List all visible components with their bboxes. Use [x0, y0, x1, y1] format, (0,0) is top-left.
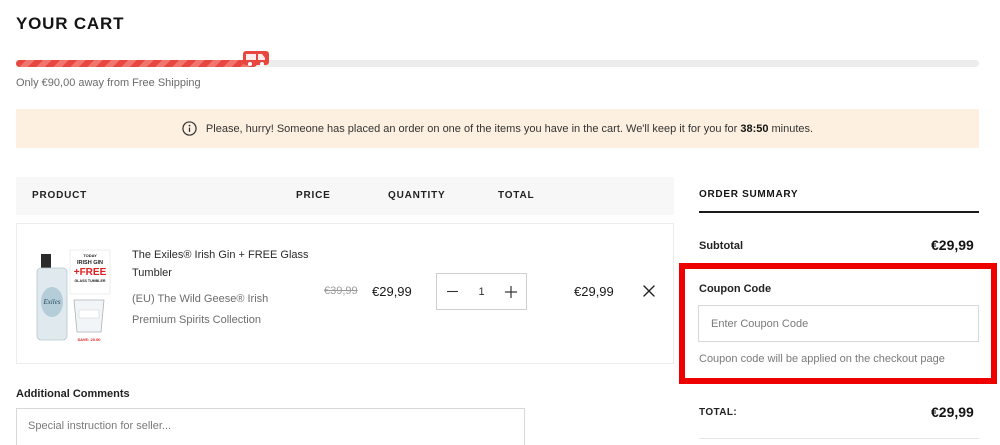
free-shipping-progress-bar [16, 51, 979, 67]
header-product: PRODUCT [32, 190, 88, 201]
page-title: YOUR CART [16, 14, 125, 33]
subtotal-label: Subtotal [699, 240, 743, 252]
quantity-stepper: 1 [436, 273, 527, 310]
remove-item-close-icon[interactable] [643, 285, 655, 297]
coupon-code-label: Coupon Code [699, 283, 772, 295]
compare-at-price: €39,99 [324, 285, 358, 297]
badge-irish-gin-text: IRISH GIN [77, 260, 103, 266]
unit-price: €29,99 [372, 284, 412, 299]
urgency-timer: 38:50 [740, 122, 769, 135]
cart-item-row: Exiles TODAY IRISH GIN +FREE GLASS TUMBL… [16, 223, 674, 364]
header-quantity: QUANTITY [388, 190, 446, 201]
badge-today-text: TODAY [83, 253, 97, 258]
order-summary-divider [699, 211, 979, 213]
free-shipping-progress-fill [16, 60, 257, 67]
plus-icon [505, 285, 517, 298]
free-shipping-message: Only €90,00 away from Free Shipping [16, 77, 201, 89]
line-total: €29,99 [574, 284, 614, 299]
product-image[interactable]: Exiles TODAY IRISH GIN +FREE GLASS TUMBL… [36, 246, 112, 346]
additional-comments-textarea[interactable] [16, 408, 525, 445]
info-icon [182, 121, 197, 136]
header-price: PRICE [296, 190, 331, 201]
quantity-value[interactable]: 1 [478, 286, 484, 298]
coupon-code-note: Coupon code will be applied on the check… [699, 353, 945, 365]
subtotal-value: €29,99 [931, 237, 974, 253]
coupon-code-input[interactable] [698, 305, 979, 342]
additional-comments-label: Additional Comments [16, 388, 130, 400]
urgency-text-suffix: minutes. [771, 122, 814, 135]
total-label: TOTAL: [699, 407, 738, 418]
minus-icon [446, 290, 458, 293]
truck-icon [242, 51, 269, 66]
badge-save-text: SAVE: 20.00 [77, 337, 101, 342]
decrease-quantity-button[interactable] [445, 285, 459, 299]
product-name[interactable]: The Exiles® Irish Gin + FREE Glass Tumbl… [132, 246, 312, 282]
urgency-text: Please, hurry! Someone has placed an ord… [205, 122, 738, 135]
summary-bottom-divider [699, 438, 979, 439]
order-summary-title: ORDER SUMMARY [699, 189, 799, 200]
svg-text:Exiles: Exiles [42, 298, 60, 306]
cart-table-header: PRODUCT PRICE QUANTITY TOTAL [16, 177, 674, 215]
urgency-banner: Please, hurry! Someone has placed an ord… [16, 109, 979, 148]
badge-glass-tumbler-text: GLASS TUMBLER [75, 279, 106, 283]
increase-quantity-button[interactable] [504, 285, 518, 299]
total-value: €29,99 [931, 404, 974, 420]
product-vendor: (EU) The Wild Geese® Irish Premium Spiri… [132, 293, 269, 326]
badge-free-text: +FREE [74, 267, 107, 278]
header-total: TOTAL [498, 190, 535, 201]
